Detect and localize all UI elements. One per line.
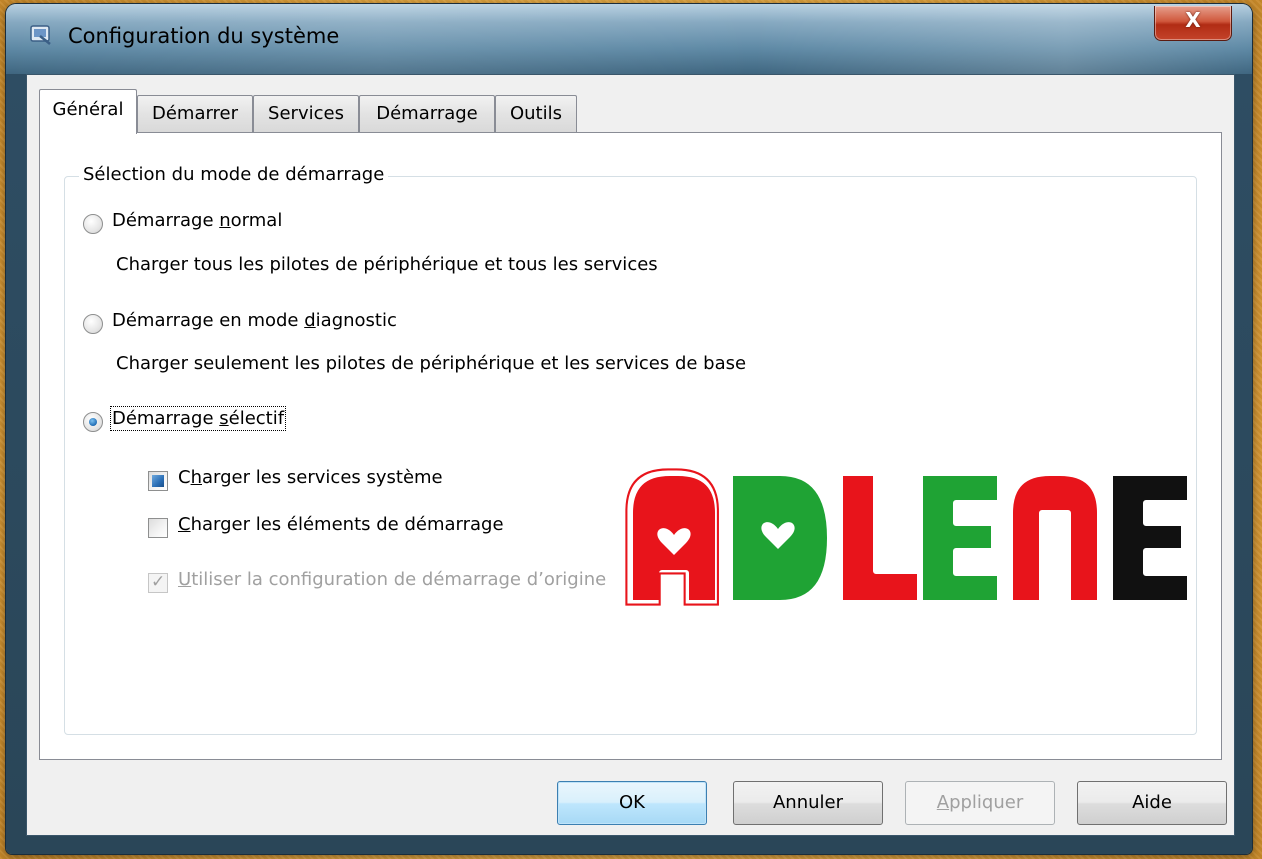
use-original-boot-config-checkbox: ✓ xyxy=(148,572,168,593)
system-configuration-window: Configuration du système X Général Démar… xyxy=(6,4,1252,854)
tab-demarrage[interactable]: Démarrage xyxy=(359,95,495,132)
selective-startup-radio[interactable] xyxy=(83,412,103,432)
tab-demarrer[interactable]: Démarrer xyxy=(137,95,253,132)
load-startup-items-label[interactable]: Charger les éléments de démarrage xyxy=(178,514,504,535)
tab-general[interactable]: Général xyxy=(39,89,137,134)
startup-mode-legend: Sélection du mode de démarrage xyxy=(79,164,389,185)
checkmark-icon: ✓ xyxy=(151,572,166,592)
adlene-watermark-logo xyxy=(625,468,1193,606)
general-tab-panel: Sélection du mode de démarrage Démarrage… xyxy=(39,132,1222,760)
logo-letter-a xyxy=(625,468,721,606)
selective-startup-label[interactable]: Démarrage sélectif xyxy=(109,406,287,431)
close-button[interactable]: X xyxy=(1154,6,1232,41)
tab-outils[interactable]: Outils xyxy=(495,95,577,132)
logo-letter-d xyxy=(727,470,833,606)
diagnostic-startup-description: Charger seulement les pilotes de périphé… xyxy=(116,353,747,374)
ok-button[interactable]: OK xyxy=(557,781,707,825)
logo-letter-n xyxy=(1007,470,1103,606)
help-button[interactable]: Aide xyxy=(1077,781,1227,825)
apply-button: Appliquer xyxy=(905,781,1055,825)
window-title: Configuration du système xyxy=(68,24,340,48)
logo-letter-e2 xyxy=(1107,470,1193,606)
msconfig-icon xyxy=(30,25,51,45)
normal-startup-label[interactable]: Démarrage normal xyxy=(112,210,282,231)
normal-startup-radio[interactable] xyxy=(83,214,103,234)
load-startup-items-checkbox[interactable] xyxy=(148,518,168,538)
cancel-button[interactable]: Annuler xyxy=(733,781,883,825)
use-original-boot-config-label: Utiliser la configuration de démarrage d… xyxy=(178,569,607,590)
normal-startup-description: Charger tous les pilotes de périphérique… xyxy=(116,254,658,275)
dialog-client-area: Général Démarrer Services Démarrage Outi… xyxy=(26,74,1235,836)
logo-letter-l xyxy=(837,470,923,606)
title-bar[interactable]: Configuration du système X xyxy=(6,4,1252,74)
load-system-services-label[interactable]: Charger les services système xyxy=(178,467,443,488)
close-icon: X xyxy=(1185,8,1201,32)
load-system-services-checkbox[interactable] xyxy=(148,471,168,491)
logo-letter-e1 xyxy=(917,470,1003,606)
tab-services[interactable]: Services xyxy=(253,95,359,132)
diagnostic-startup-label[interactable]: Démarrage en mode diagnostic xyxy=(112,310,397,331)
diagnostic-startup-radio[interactable] xyxy=(83,314,103,334)
